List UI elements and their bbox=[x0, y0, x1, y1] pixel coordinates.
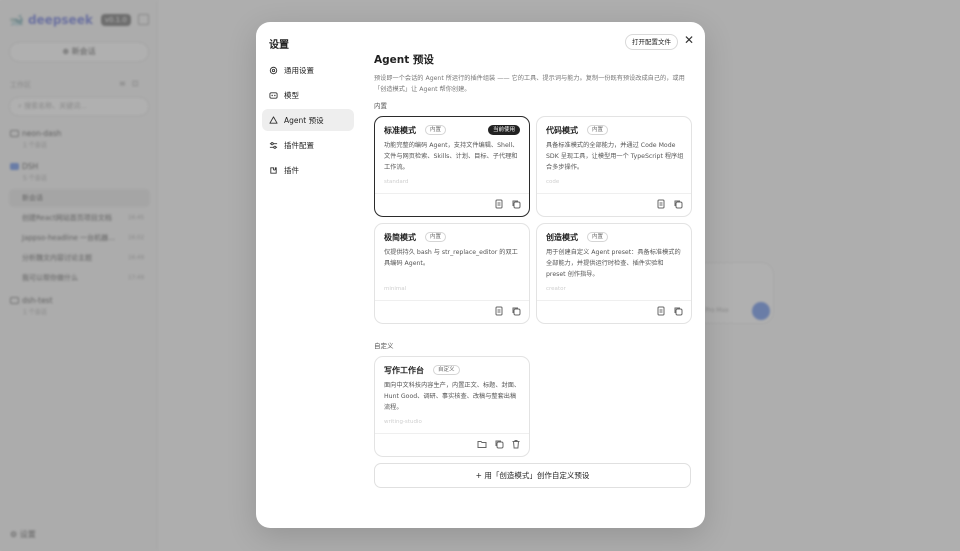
copy-icon[interactable] bbox=[511, 306, 521, 316]
nav-item-model[interactable]: 模型 bbox=[262, 84, 354, 106]
preset-description: 功能完整的编码 Agent，支持文件编辑、Shell、文件与网页检索、Skill… bbox=[384, 142, 519, 171]
preset-slug: minimal bbox=[384, 286, 407, 292]
model-icon bbox=[269, 91, 278, 99]
copy-icon[interactable] bbox=[494, 439, 504, 449]
modal-title: 设置 bbox=[269, 40, 289, 51]
create-custom-preset-button[interactable]: + 用「创造模式」创作自定义预设 bbox=[374, 463, 691, 488]
builtin-tag: 内置 bbox=[587, 232, 609, 242]
preset-slug: creator bbox=[546, 286, 566, 292]
nav-label: 插件 bbox=[284, 165, 299, 175]
copy-icon[interactable] bbox=[673, 306, 683, 316]
nav-label: 通用设置 bbox=[284, 65, 314, 75]
custom-presets-grid: 写作工作台 自定义 面向中文科技内容生产，内置正文、标题、封面、Hunt Goo… bbox=[374, 356, 692, 457]
preset-card-standard[interactable]: 标准模式 内置 当前使用 功能完整的编码 Agent，支持文件编辑、Shell、… bbox=[374, 116, 530, 217]
nav-label: 模型 bbox=[284, 90, 299, 100]
nav-item-plugins[interactable]: 插件 bbox=[262, 159, 354, 181]
section-description: 预设即一个会话的 Agent 所运行的插件组装 —— 它的工具、提示词与能力。复… bbox=[374, 75, 685, 93]
view-file-icon[interactable] bbox=[494, 306, 504, 316]
preset-card-minimal[interactable]: 极简模式 内置 仅提供持久 bash 与 str_replace_editor … bbox=[374, 223, 530, 324]
gear-icon bbox=[269, 66, 278, 74]
card-divider bbox=[537, 193, 691, 194]
builtin-presets-grid: 标准模式 内置 当前使用 功能完整的编码 Agent，支持文件编辑、Shell、… bbox=[374, 116, 692, 331]
agent-presets-panel: Agent 预设 预设即一个会话的 Agent 所运行的插件组装 —— 它的工具… bbox=[374, 52, 692, 457]
open-config-button[interactable]: 打开配置文件 bbox=[625, 34, 678, 50]
view-file-icon[interactable] bbox=[656, 199, 666, 209]
view-file-icon[interactable] bbox=[494, 199, 504, 209]
preset-name: 极简模式 bbox=[384, 233, 416, 242]
copy-icon[interactable] bbox=[673, 199, 683, 209]
trash-icon[interactable] bbox=[511, 439, 521, 449]
preset-slug: writing-studio bbox=[384, 419, 422, 425]
folder-icon[interactable] bbox=[477, 439, 487, 449]
nav-label: 插件配置 bbox=[284, 140, 314, 150]
robot-icon bbox=[269, 115, 278, 124]
card-divider bbox=[375, 193, 529, 194]
current-badge: 当前使用 bbox=[487, 125, 520, 135]
card-divider bbox=[375, 433, 529, 434]
card-actions bbox=[494, 306, 521, 316]
preset-description: 仅提供持久 bash 与 str_replace_editor 的双工具编码 A… bbox=[384, 249, 518, 267]
sliders-icon bbox=[269, 141, 278, 149]
custom-tag: 自定义 bbox=[433, 365, 460, 375]
card-divider bbox=[537, 300, 691, 301]
nav-item-general[interactable]: 通用设置 bbox=[262, 59, 354, 81]
builtin-tag: 内置 bbox=[587, 125, 609, 135]
preset-description: 用于创建自定义 Agent preset：具备标准模式的全部能力，并提供运行时检… bbox=[546, 249, 681, 278]
card-actions bbox=[477, 439, 521, 449]
preset-slug: code bbox=[546, 179, 560, 185]
settings-nav: 通用设置 模型 Agent 预设 插件配置 插件 bbox=[262, 59, 354, 184]
card-actions bbox=[656, 199, 683, 209]
builtin-label: 内置 bbox=[374, 102, 387, 110]
builtin-tag: 内置 bbox=[425, 232, 447, 242]
copy-icon[interactable] bbox=[511, 199, 521, 209]
preset-slug: standard bbox=[384, 179, 409, 185]
preset-name: 创造模式 bbox=[546, 233, 578, 242]
close-icon[interactable]: ✕ bbox=[683, 34, 695, 46]
section-title: Agent 预设 bbox=[374, 54, 434, 66]
preset-description: 面向中文科技内容生产，内置正文、标题、封面、Hunt Good、调研、事实核查、… bbox=[384, 382, 521, 411]
card-actions bbox=[494, 199, 521, 209]
preset-name: 写作工作台 bbox=[384, 366, 424, 375]
nav-item-plugin-config[interactable]: 插件配置 bbox=[262, 134, 354, 156]
builtin-tag: 内置 bbox=[425, 125, 447, 135]
preset-card-code[interactable]: 代码模式 内置 具备标准模式的全部能力，并通过 Code Mode SDK 呈现… bbox=[536, 116, 692, 217]
nav-label: Agent 预设 bbox=[284, 115, 324, 125]
settings-modal: 设置 打开配置文件 ✕ 通用设置 模型 Agent 预设 插件配置 插件 Age… bbox=[256, 22, 705, 528]
preset-description: 具备标准模式的全部能力，并通过 Code Mode SDK 呈现工具，让模型用一… bbox=[546, 142, 684, 171]
preset-card-writing-studio[interactable]: 写作工作台 自定义 面向中文科技内容生产，内置正文、标题、封面、Hunt Goo… bbox=[374, 356, 530, 457]
preset-card-creator[interactable]: 创造模式 内置 用于创建自定义 Agent preset：具备标准模式的全部能力… bbox=[536, 223, 692, 324]
card-actions bbox=[656, 306, 683, 316]
nav-item-agent-presets[interactable]: Agent 预设 bbox=[262, 109, 354, 131]
card-divider bbox=[375, 300, 529, 301]
view-file-icon[interactable] bbox=[656, 306, 666, 316]
plugin-icon bbox=[270, 166, 277, 174]
preset-name: 标准模式 bbox=[384, 126, 416, 135]
custom-label: 自定义 bbox=[374, 342, 394, 350]
preset-name: 代码模式 bbox=[546, 126, 578, 135]
